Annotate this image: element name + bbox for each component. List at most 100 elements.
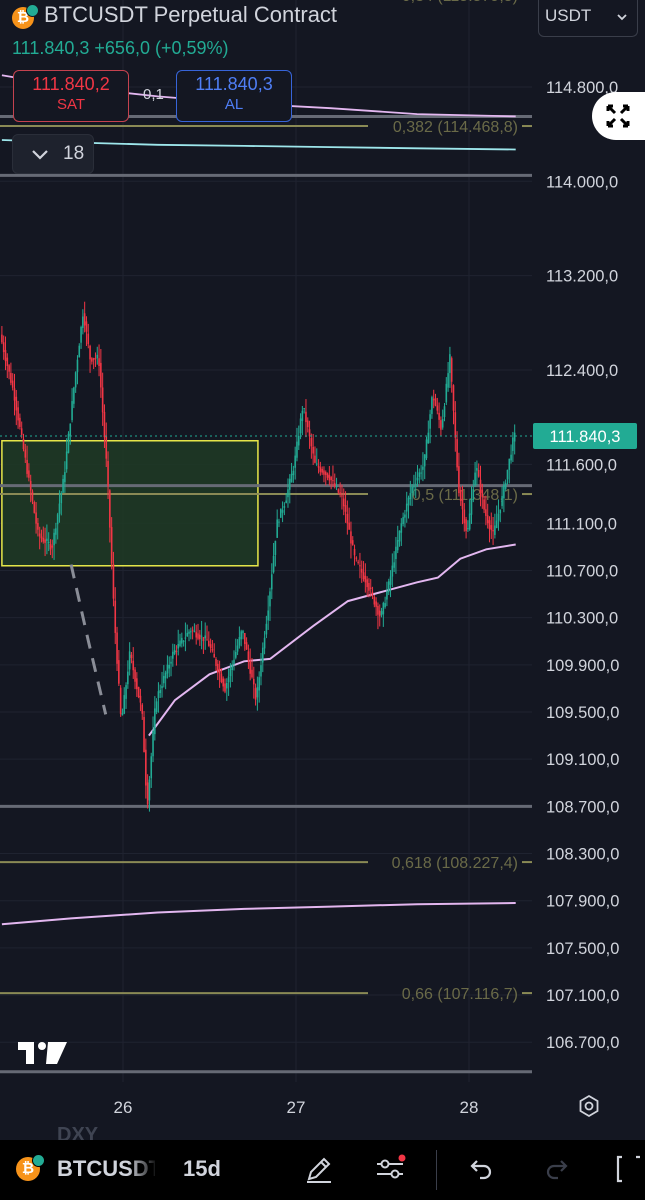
price-axis: 114.800,0114.000,0113.200,0112.400,0111.… [546,79,619,1052]
vwap-lower-line [1,902,516,926]
candle-body [13,388,16,401]
candle-body [62,478,64,493]
candle-body [348,522,350,530]
candle-body [17,407,19,421]
candle-body [249,660,251,674]
candle-body [28,470,30,478]
candle-body [24,449,27,458]
candle-body [10,372,12,383]
candle-body [8,365,10,372]
sliders-icon[interactable] [374,1154,408,1184]
candle-body [501,496,503,506]
candle-body [375,601,377,607]
candle-body [474,472,476,486]
candle-body [508,458,511,470]
candle-body [60,492,63,504]
candle-body [386,591,388,600]
candle-body [355,557,358,559]
candle-body [224,683,226,692]
indicator-count: 18 [63,143,85,164]
candle-body [438,412,440,420]
candle-body [276,519,278,538]
candle-body [100,362,102,388]
candle-body [186,632,189,637]
candle-body [247,651,250,661]
indicators-toggle[interactable]: 18 [12,134,94,174]
candle-body [67,433,70,453]
candle-body [431,397,433,414]
candle-body [324,472,327,475]
fullscreen-icon [606,104,630,128]
settings-icon[interactable] [577,1094,601,1118]
price-chart[interactable]: 0,34 (115.579,5)0,382 (114.468,8)0,5 (11… [0,0,645,1140]
candle-body [510,454,512,461]
candle-body [56,514,59,525]
symbol-fade [128,1150,158,1190]
price-tick-label: 113.200,0 [546,268,618,286]
candle-body [323,470,325,475]
candle-body [404,514,406,518]
candle-body [164,672,167,679]
candle-body [321,468,323,473]
candle-body [215,658,217,666]
candle-body [44,539,46,543]
candle-body [1,334,3,343]
candle-body [362,572,365,580]
candle-body [513,432,516,442]
candle-body [328,475,331,481]
candle-body [132,660,135,671]
candle-body [2,342,5,353]
layout-icon[interactable] [614,1154,644,1184]
candle-body [400,523,403,533]
candle-body [420,472,422,474]
candle-body [287,489,289,498]
candle-body [301,410,304,421]
live-dot [26,4,39,17]
sell-button[interactable]: 111.840,2 SAT [13,70,129,122]
candle-body [411,486,413,494]
candle-body [40,536,43,539]
fib-label: 0,34 (115.579,5) [402,0,518,5]
interval-button[interactable]: 15d [183,1156,221,1182]
redo-icon[interactable] [542,1154,572,1184]
symbol-title[interactable]: BTCUSDT Perpetual Contract [44,2,337,28]
price-tick-label: 107.100,0 [546,987,619,1005]
currency-select[interactable]: USDT [538,0,638,37]
candle-body [317,465,320,468]
buy-button[interactable]: 111.840,3 AL [176,70,292,122]
candle-body [206,639,208,641]
candle-body [208,640,210,646]
candle-body [414,483,417,485]
candle-body [308,429,311,437]
spread-value: 0,1 [143,86,164,103]
candle-body [227,676,230,683]
candle-body [364,575,367,583]
candle-body [4,349,7,362]
candle-body [110,527,113,564]
candle-body [393,562,395,568]
candle-body [258,677,260,691]
price-tick-label: 109.100,0 [546,751,619,769]
candle-body [226,683,228,689]
candle-body [463,509,466,524]
price-tick-label: 111.100,0 [546,515,617,533]
candle-body [193,630,196,632]
candle-body [154,708,156,735]
candle-body [64,472,66,483]
candle-body [351,540,354,545]
undo-icon[interactable] [466,1154,496,1184]
candle-body [398,530,401,542]
candle-body [20,428,23,435]
candle-body [454,412,457,438]
candle-body [485,509,487,516]
candle-body [19,417,21,427]
pencil-icon[interactable] [304,1154,334,1184]
candle-body [445,383,448,403]
candle-body [166,664,169,674]
candle-body [269,591,271,607]
candle-body [476,468,478,471]
candle-body [76,359,79,373]
fullscreen-button[interactable] [592,92,645,140]
candle-body [139,695,142,703]
candle-body [285,500,287,503]
